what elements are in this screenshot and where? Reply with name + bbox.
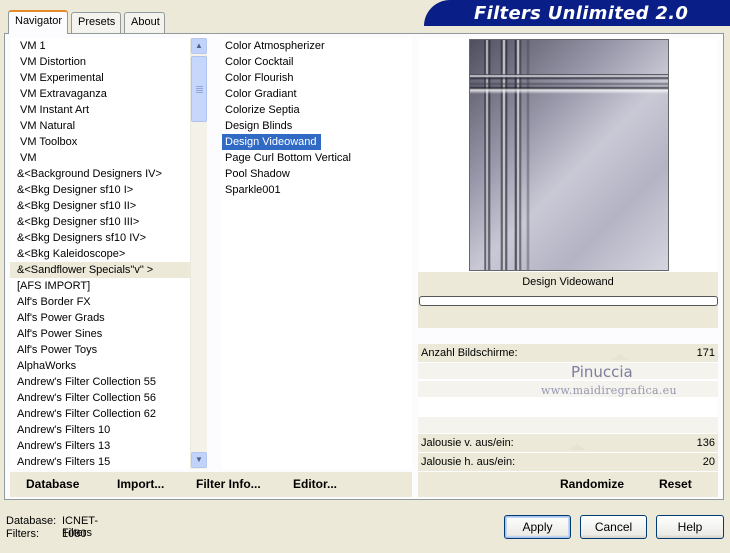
tab-navigator[interactable]: Navigator (8, 10, 68, 34)
category-item[interactable]: &<Sandflower Specials"v" > (10, 262, 190, 278)
status-database-label: Database: (6, 515, 57, 527)
filter-item[interactable]: Color Gradiant (222, 86, 297, 102)
param-row[interactable]: Jalousie h. aus/ein: 20 (418, 453, 718, 471)
reset-button[interactable]: Reset (659, 477, 692, 491)
randomize-button[interactable]: Randomize (560, 477, 624, 491)
filter-info-button[interactable]: Filter Info... (196, 477, 261, 491)
tab-presets[interactable]: Presets (71, 12, 121, 33)
category-item[interactable]: Andrew's Filters 10 (10, 422, 190, 438)
category-item[interactable]: Andrew's Filter Collection 62 (10, 406, 190, 422)
status-filters-label: Filters: (6, 528, 39, 540)
category-item[interactable]: Alf's Border FX (10, 294, 190, 310)
status-database: Database: ICNET-Filters (6, 515, 98, 539)
category-item[interactable]: VM Natural (10, 118, 190, 134)
category-item[interactable]: VM Extravaganza (10, 86, 190, 102)
watermark-url: www.maidiregrafica.eu (541, 384, 677, 397)
filter-item[interactable]: Color Atmospherizer (222, 38, 325, 54)
slider-marker-icon (568, 444, 586, 450)
editor-button[interactable]: Editor... (293, 477, 337, 491)
slider-marker-icon (611, 354, 629, 360)
param-label: Jalousie v. aus/ein: (421, 437, 514, 449)
category-item[interactable]: VM Distortion (10, 54, 190, 70)
category-item[interactable]: &<Bkg Designer sf10 I> (10, 182, 190, 198)
category-item[interactable]: &<Background Designers IV> (10, 166, 190, 182)
filter-list[interactable]: Color Atmospherizer Color Cocktail Color F… (222, 38, 412, 469)
category-item[interactable]: VM Toolbox (10, 134, 190, 150)
category-item[interactable]: Alf's Power Grads (10, 310, 190, 326)
preview-filter-name: Design Videowand (522, 276, 614, 288)
category-item[interactable]: AlphaWorks (10, 358, 190, 374)
param-label: Anzahl Bildschirme: (421, 347, 518, 359)
apply-button[interactable]: Apply (504, 515, 571, 539)
category-item[interactable]: [AFS IMPORT] (10, 278, 190, 294)
progress-bar (419, 296, 718, 306)
param-label: Jalousie h. aus/ein: (421, 456, 516, 468)
filter-item[interactable]: Sparkle001 (222, 182, 281, 198)
category-item[interactable]: VM 1 (10, 38, 190, 54)
filter-item[interactable]: Design Videowand (222, 134, 321, 150)
category-item[interactable]: &<Bkg Designer sf10 II> (10, 198, 190, 214)
scroll-down-button[interactable]: ▼ (191, 452, 207, 468)
category-item[interactable]: VM Experimental (10, 70, 190, 86)
param-row-empty (418, 362, 718, 379)
category-item[interactable]: Andrew's Filter Collection 55 (10, 374, 190, 390)
category-item[interactable]: VM Instant Art (10, 102, 190, 118)
param-value: 136 (696, 437, 715, 449)
filter-item[interactable]: Design Blinds (222, 118, 292, 134)
category-scrollbar[interactable]: ▲ ▼ (190, 38, 207, 469)
watermark-title: Pinuccia (571, 363, 633, 381)
database-button[interactable]: Database (26, 477, 79, 491)
status-filters: Filters: 1080 (6, 528, 86, 540)
param-value: 171 (696, 347, 715, 359)
import-button[interactable]: Import... (117, 477, 164, 491)
filter-item[interactable]: Pool Shadow (222, 166, 290, 182)
scroll-thumb[interactable] (191, 56, 207, 122)
filter-item[interactable]: Color Cocktail (222, 54, 293, 70)
param-row-empty (418, 416, 718, 433)
category-list[interactable]: VM 1 VM Distortion VM Experimental VM Extra… (10, 38, 190, 469)
category-item[interactable]: Andrew's Filters 13 (10, 438, 190, 454)
cancel-button[interactable]: Cancel (580, 515, 647, 539)
status-filters-value: 1080 (62, 528, 87, 540)
category-item[interactable]: Alf's Power Sines (10, 326, 190, 342)
category-item[interactable]: Alf's Power Toys (10, 342, 190, 358)
category-item[interactable]: VM (10, 150, 190, 166)
filter-item[interactable]: Colorize Septia (222, 102, 300, 118)
preview-image (469, 39, 669, 271)
filter-item[interactable]: Color Flourish (222, 70, 293, 86)
param-row-empty (418, 398, 718, 415)
category-item[interactable]: &<Bkg Designers sf10 IV> (10, 230, 190, 246)
tab-about[interactable]: About (124, 12, 165, 33)
category-item[interactable]: Andrew's Filter Collection 56 (10, 390, 190, 406)
scroll-up-button[interactable]: ▲ (191, 38, 207, 54)
app-title: Filters Unlimited 2.0 (474, 3, 689, 24)
param-value: 20 (702, 456, 715, 468)
category-item[interactable]: Andrew's Filters 15 (10, 454, 190, 469)
category-item[interactable]: &<Bkg Kaleidoscope> (10, 246, 190, 262)
filter-item[interactable]: Page Curl Bottom Vertical (222, 150, 351, 166)
help-button[interactable]: Help (656, 515, 724, 539)
param-row[interactable]: Anzahl Bildschirme: 171 (418, 344, 718, 362)
category-item[interactable]: &<Bkg Designer sf10 III> (10, 214, 190, 230)
